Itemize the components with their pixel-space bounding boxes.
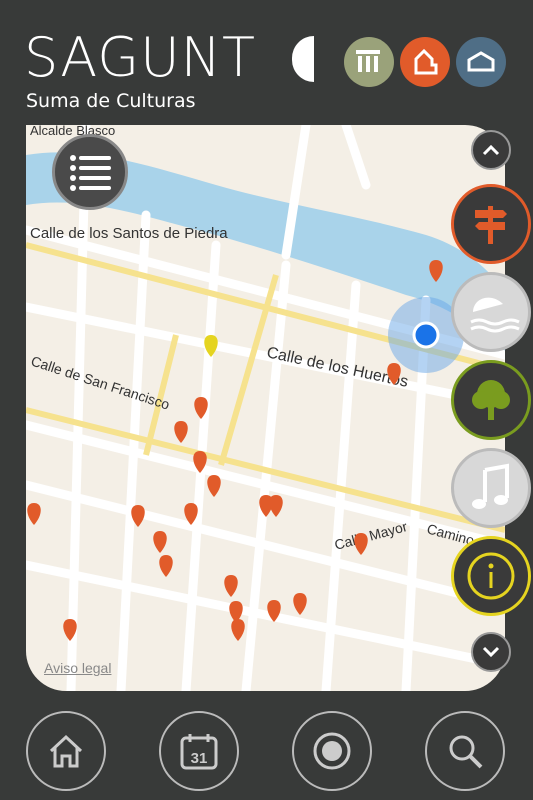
list-icon <box>70 155 111 191</box>
poi-pin[interactable] <box>207 475 221 497</box>
menu-button[interactable] <box>52 134 128 210</box>
street-label: Calle de los Santos de Piedra <box>30 225 228 242</box>
brand-tagline: Suma de Culturas <box>26 90 196 112</box>
search-button[interactable] <box>425 711 505 791</box>
legal-link[interactable]: Aviso legal <box>44 660 111 676</box>
tree-icon <box>472 380 510 420</box>
street-label: Calle Mayor <box>333 518 410 553</box>
map-canvas[interactable]: Calle de los Santos de Piedra Calle de l… <box>26 125 505 691</box>
street-label: Calle de San Francisco <box>29 353 172 413</box>
nature-filter-button[interactable] <box>451 360 531 440</box>
signpost-filter-button[interactable] <box>451 184 531 264</box>
poi-pin[interactable] <box>293 593 307 615</box>
home-icon <box>49 734 83 768</box>
music-note-icon <box>472 463 509 509</box>
scroll-down-button[interactable] <box>471 632 511 672</box>
poi-pin[interactable] <box>27 503 41 525</box>
calendar-icon: 31 <box>180 734 218 770</box>
record-icon <box>313 732 351 770</box>
beach-filter-button[interactable] <box>451 272 531 352</box>
current-location-marker <box>412 321 440 349</box>
columns-icon <box>356 50 380 72</box>
house-icon <box>467 51 495 72</box>
calendar-button[interactable]: 31 <box>159 711 239 791</box>
building-icon <box>414 48 438 75</box>
home-button[interactable] <box>26 711 106 791</box>
calendar-day: 31 <box>191 750 208 767</box>
app-header: SAGUNT Suma de Culturas <box>0 0 533 125</box>
record-button[interactable] <box>292 711 372 791</box>
culture-button[interactable] <box>400 37 450 87</box>
poi-pin[interactable] <box>174 421 188 443</box>
heritage-button[interactable] <box>344 37 394 87</box>
poi-pin[interactable] <box>231 619 245 641</box>
map-view[interactable]: Calle de los Santos de Piedra Calle de l… <box>26 125 505 691</box>
search-icon <box>449 735 483 769</box>
scroll-up-button[interactable] <box>471 130 511 170</box>
info-filter-button[interactable] <box>451 536 531 616</box>
music-filter-button[interactable] <box>451 448 531 528</box>
poi-pin[interactable] <box>269 495 283 517</box>
chevron-down-icon <box>482 646 500 658</box>
brand-logo: SAGUNT <box>24 26 257 89</box>
poi-pin[interactable] <box>354 533 368 555</box>
logo-half-circle <box>292 36 314 82</box>
tourism-button[interactable] <box>456 37 506 87</box>
beach-umbrella-icon <box>470 297 520 333</box>
info-icon <box>467 552 515 600</box>
poi-pin[interactable] <box>224 575 238 597</box>
poi-pin[interactable] <box>153 531 167 553</box>
signpost-icon <box>475 206 507 244</box>
poi-pin[interactable] <box>159 555 173 577</box>
chevron-up-icon <box>482 144 500 156</box>
